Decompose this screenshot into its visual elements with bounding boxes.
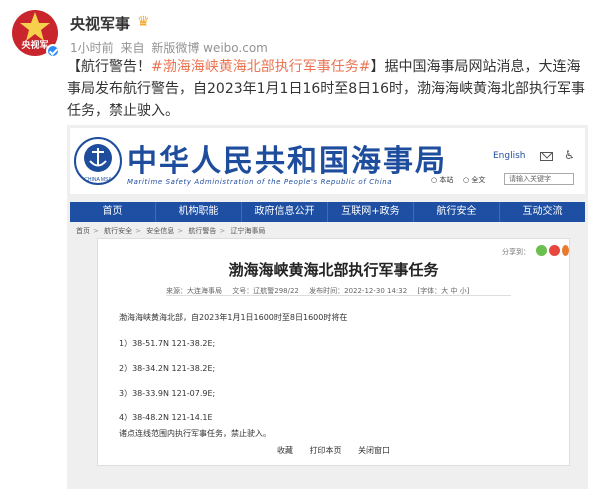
crumb-safety[interactable]: 航行安全 <box>104 227 132 235</box>
site-title: 中华人民共和国海事局 <box>127 144 447 179</box>
breadcrumb: 首页 > 航行安全 > 安全信息 > 航行警告 > 辽宁海事局 <box>76 227 266 235</box>
crumb-safety-info[interactable]: 安全信息 <box>146 227 174 235</box>
search-option-site[interactable]: ○ 本站 <box>431 175 453 185</box>
nav-internet-gov[interactable]: 互联网+政务 <box>328 202 414 222</box>
logo-text: CHINA MSA <box>84 177 112 183</box>
source-prefix: 来自 <box>120 41 145 55</box>
meta-doc-no: 文号：辽航警298/22 <box>232 287 299 295</box>
nav-org-functions[interactable]: 机构职能 <box>156 202 242 222</box>
search-option-fulltext[interactable]: ○ 全文 <box>463 175 485 185</box>
weibo-post: 央视军 央视军事 ♛ 1小时前 来自 新版微博 weibo.com 【航行警告！… <box>0 0 596 489</box>
close-window-link[interactable]: 关闭窗口 <box>358 446 390 455</box>
share-label: 分享到： <box>502 248 530 256</box>
msa-logo-icon: CHINA MSA <box>74 137 122 185</box>
coord-1: 1）38-51.7N 121-38.2E; <box>119 339 216 348</box>
site-header: CHINA MSA 中华人民共和国海事局 Maritime Safety Adm… <box>70 128 585 194</box>
search-input[interactable]: 请输入关键字 <box>504 173 574 185</box>
english-link[interactable]: English <box>493 151 526 161</box>
post-time[interactable]: 1小时前 <box>70 41 114 55</box>
post-text: 【航行警告！#渤海海峡黄海北部执行军事任务#】据中国海事局网站消息，大连海事局发… <box>67 56 587 122</box>
site-nav: 首页 机构职能 政府信息公开 互联网+政务 航行安全 互动交流 <box>70 202 585 222</box>
accessibility-icon[interactable]: ♿ <box>564 148 575 162</box>
article-footer: 收藏 打印本页 关闭窗口 <box>98 445 569 456</box>
coord-3: 3）38-33.9N 121-07.9E; <box>119 389 216 398</box>
qzone-share-icon[interactable] <box>562 245 569 256</box>
hashtag-link[interactable]: #渤海海峡黄海北部执行军事任务# <box>151 59 370 75</box>
post-source[interactable]: 新版微博 weibo.com <box>151 41 268 55</box>
nav-navigation-safety[interactable]: 航行安全 <box>414 202 500 222</box>
wechat-share-icon[interactable] <box>536 245 547 256</box>
weibo-share-icon[interactable] <box>549 245 560 256</box>
crumb-warnings[interactable]: 航行警告 <box>188 227 216 235</box>
article-intro: 渤海海峡黄海北部，自2023年1月1日1600时至8日1600时将在 <box>119 313 348 322</box>
nav-gov-info[interactable]: 政府信息公开 <box>242 202 328 222</box>
account-name[interactable]: 央视军事 <box>70 13 130 34</box>
coord-4: 4）38-48.2N 121-14.1E <box>119 413 213 422</box>
nav-home[interactable]: 首页 <box>70 202 156 222</box>
post-image[interactable]: CHINA MSA 中华人民共和国海事局 Maritime Safety Adm… <box>67 125 588 489</box>
meta-published: 发布时间：2022-12-30 14:32 <box>309 287 408 295</box>
verified-badge-icon <box>46 44 60 58</box>
divider <box>166 295 511 296</box>
article-closing: 诸点连线范围内执行军事任务，禁止驶入。 <box>119 429 271 438</box>
post-prefix: 【航行警告！ <box>67 59 151 75</box>
crumb-home[interactable]: 首页 <box>76 227 90 235</box>
article-title: 渤海海峡黄海北部执行军事任务 <box>228 261 439 279</box>
post-meta: 1小时前 来自 新版微博 weibo.com <box>70 39 271 56</box>
coord-2: 2）38-34.2N 121-38.2E; <box>119 364 216 373</box>
crumb-liaoning[interactable]: 辽宁海事局 <box>230 227 265 235</box>
mail-icon[interactable] <box>540 152 553 161</box>
nav-interaction[interactable]: 互动交流 <box>500 202 585 222</box>
article-card: 分享到： 渤海海峡黄海北部执行军事任务 来源：大连海事局 文号：辽航警298/2… <box>97 238 570 466</box>
print-link[interactable]: 打印本页 <box>310 446 342 455</box>
vip-crown-icon[interactable]: ♛ <box>137 14 150 30</box>
site-title-en: Maritime Safety Administration of the Pe… <box>127 178 393 186</box>
favorite-link[interactable]: 收藏 <box>277 446 293 455</box>
font-size-control[interactable]: [字体：大 中 小] <box>417 287 469 295</box>
meta-source: 来源：大连海事局 <box>166 287 222 295</box>
